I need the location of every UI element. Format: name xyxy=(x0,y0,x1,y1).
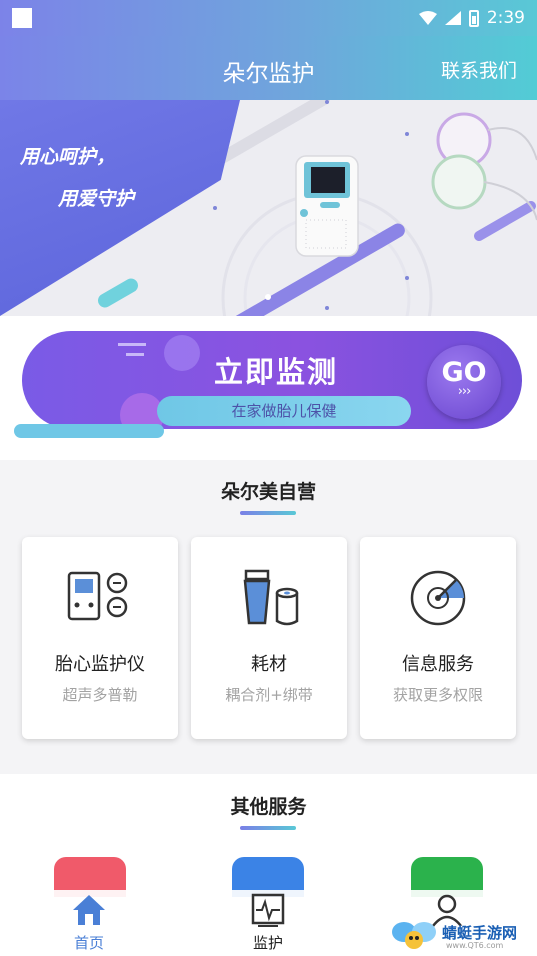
status-bar: 2:39 xyxy=(0,0,537,36)
cta-decor-stripe xyxy=(14,424,164,438)
tab-monitor[interactable]: 监护 xyxy=(208,890,328,956)
card-subtitle: 获取更多权限 xyxy=(392,686,483,704)
tab-home[interactable]: 首页 xyxy=(29,890,149,956)
self-operated-title: 朵尔美自营 xyxy=(220,481,316,503)
banner-slogan-1: 用心呵护， xyxy=(20,146,116,168)
home-icon xyxy=(73,895,105,925)
status-time: 2:39 xyxy=(486,8,525,28)
card-fetal-monitor[interactable]: 胎心监护仪 超声多普勒 xyxy=(22,537,178,739)
monitor-tab-icon xyxy=(251,893,285,927)
tab-monitor-label: 监护 xyxy=(252,934,283,952)
go-arrows-icon: ››› xyxy=(457,384,472,399)
contact-us-button[interactable]: 联系我们 xyxy=(441,56,517,83)
banner-slogan-2: 用爱守护 xyxy=(58,188,135,210)
other-services-underline xyxy=(240,826,296,830)
start-monitoring-label: 立即监测 xyxy=(214,355,339,389)
promo-banner[interactable]: 用心呵护， 用爱守护 xyxy=(0,100,537,316)
card-consumables[interactable]: 耗材 耦合剂+绑带 xyxy=(191,537,347,739)
fetal-monitor-icon xyxy=(67,571,128,621)
watermark-text: 蜻蜓手游网 xyxy=(442,924,518,942)
card-name: 耗材 xyxy=(251,654,287,675)
watermark: 蜻蜓手游网 www.QT6.com xyxy=(390,916,535,954)
card-subtitle: 超声多普勒 xyxy=(62,686,138,704)
card-name: 信息服务 xyxy=(402,654,474,675)
notification-icon xyxy=(12,8,32,28)
start-monitoring-button[interactable]: 立即监测 在家做胎儿保健 GO ››› xyxy=(22,331,522,429)
card-subtitle: 耦合剂+绑带 xyxy=(225,686,313,704)
consumables-icon xyxy=(243,569,299,626)
banner-page-indicator xyxy=(265,294,271,300)
other-services-title: 其他服务 xyxy=(230,796,307,818)
signal-icon xyxy=(444,11,461,25)
watermark-url: www.QT6.com xyxy=(446,941,504,950)
card-info-service[interactable]: 信息服务 获取更多权限 xyxy=(360,537,516,739)
app-bar: 朵尔监护 联系我们 xyxy=(0,36,537,100)
dragonfly-logo-icon xyxy=(392,922,436,949)
self-operated-underline xyxy=(240,511,296,515)
card-name: 胎心监护仪 xyxy=(55,654,145,675)
wifi-icon xyxy=(418,11,437,25)
tab-home-label: 首页 xyxy=(73,934,104,952)
radar-icon xyxy=(410,570,466,626)
go-button[interactable]: GO ››› xyxy=(427,345,501,419)
battery-icon xyxy=(468,9,479,27)
home-checkup-label: 在家做胎儿保健 xyxy=(157,396,411,426)
